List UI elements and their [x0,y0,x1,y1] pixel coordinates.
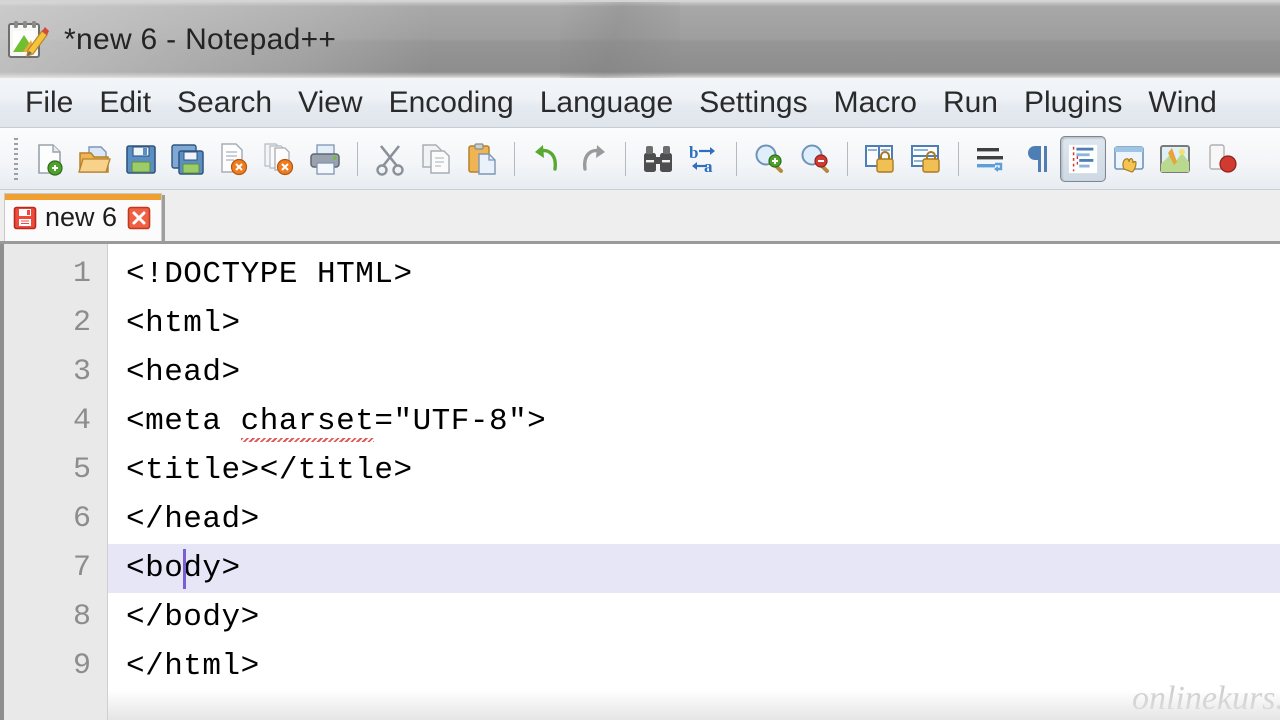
line-number: 3 [72,355,91,389]
title-bar: *new 6 - Notepad++ [0,0,1280,78]
printer-icon[interactable] [302,136,348,182]
menu-item-macro[interactable]: Macro [821,86,930,120]
line-number-gutter: 1 2 3 4 5 6 7 8 9 [4,244,108,720]
undo-arrow-icon[interactable] [524,136,570,182]
word-wrap-icon[interactable] [968,136,1014,182]
document-map-icon[interactable] [1152,136,1198,182]
save-all-icon[interactable] [164,136,210,182]
indent-guide-icon[interactable] [1060,135,1106,182]
code-line[interactable]: </head> [108,495,1280,544]
redo-arrow-icon[interactable] [570,136,616,182]
scissors-icon[interactable] [367,136,413,182]
code-line[interactable]: <html> [108,299,1280,348]
close-all-documents-icon[interactable] [256,136,302,182]
menu-item-file[interactable]: File [12,86,86,120]
line-number: 7 [72,551,91,585]
menu-item-search[interactable]: Search [164,86,285,120]
line-number: 4 [72,404,91,438]
toolbar-grip[interactable] [14,137,18,180]
sync-vertical-icon[interactable] [857,136,903,182]
line-number: 8 [72,600,91,634]
bottom-fade [108,690,1280,720]
text-caret [183,549,187,589]
record-macro-icon[interactable] [1198,136,1244,182]
menu-item-settings[interactable]: Settings [686,86,820,120]
editor-area[interactable]: 1 2 3 4 5 6 7 8 9 <!DOCTYPE HTML> <html>… [0,244,1280,720]
menu-item-language[interactable]: Language [527,86,686,120]
tab-new-6[interactable]: new 6 [4,193,163,241]
code-text-after: ="UTF-8"> [374,404,547,439]
menu-item-edit[interactable]: Edit [86,86,164,120]
menu-item-window[interactable]: Wind [1135,86,1229,120]
code-line[interactable]: </body> [108,593,1280,642]
window-title: *new 6 - Notepad++ [64,23,337,56]
replace-ba-icon[interactable]: b a [681,136,727,182]
code-content[interactable]: <!DOCTYPE HTML> <html> <head> <meta char… [108,244,1280,720]
code-line[interactable]: </html> [108,642,1280,691]
save-floppy-icon[interactable] [118,136,164,182]
toolbar-separator [847,141,848,176]
code-text-after-caret: dy> [183,551,241,586]
toolbar-separator [357,141,358,176]
code-line-current[interactable]: <bo dy> [108,544,1280,593]
udl-hand-icon[interactable] [1106,136,1152,182]
toolbar-separator [514,141,515,176]
new-document-icon[interactable] [26,136,72,182]
line-number: 6 [72,502,91,536]
code-text-before: <meta [126,404,241,439]
sync-horizontal-icon[interactable] [903,136,949,182]
notepad-plus-plus-icon [6,18,50,64]
svg-text:b: b [689,143,698,162]
notepad-plus-plus-window: *new 6 - Notepad++ File Edit Search View… [0,0,1280,720]
tab-label: new 6 [45,202,118,232]
tab-bar: new 6 [0,190,1280,244]
unsaved-floppy-icon [13,206,37,230]
magnifier-plus-icon[interactable] [746,136,792,182]
code-line[interactable]: <!DOCTYPE HTML> [108,250,1280,299]
binoculars-icon[interactable] [635,136,681,182]
close-tab-icon[interactable] [127,206,151,230]
code-line[interactable]: <title></title> [108,446,1280,495]
clipboard-paste-icon[interactable] [459,136,505,182]
tab-bar-divider [162,195,166,241]
menu-item-run[interactable]: Run [930,86,1011,120]
menu-bar: File Edit Search View Encoding Language … [0,78,1280,128]
close-document-icon[interactable] [210,136,256,182]
menu-item-view[interactable]: View [285,86,375,120]
line-number: 5 [72,453,91,487]
line-number: 2 [72,306,91,340]
open-folder-icon[interactable] [72,136,118,182]
code-text-before-caret: <bo [126,551,184,586]
menu-item-encoding[interactable]: Encoding [376,86,527,120]
code-line[interactable]: <meta charset="UTF-8"> [108,397,1280,446]
code-line[interactable]: <head> [108,348,1280,397]
menu-item-plugins[interactable]: Plugins [1011,86,1135,120]
line-number: 1 [72,257,91,291]
copy-pages-icon[interactable] [413,136,459,182]
pilcrow-icon[interactable] [1014,136,1060,182]
toolbar-separator [958,141,959,176]
toolbar: b a [0,128,1280,190]
magnifier-minus-icon[interactable] [792,136,838,182]
toolbar-separator [625,141,626,176]
spellcheck-word-charset: charset [240,397,375,446]
toolbar-separator [736,141,737,176]
line-number: 9 [72,649,91,683]
